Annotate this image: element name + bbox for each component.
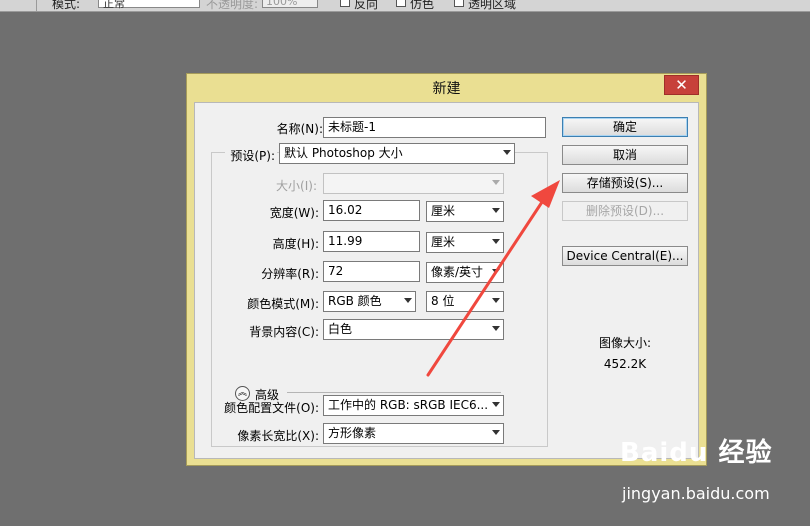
- dialog-title: 新建: [432, 81, 461, 97]
- aspect-value: 方形像素: [328, 426, 377, 440]
- width-input[interactable]: 16.02: [323, 200, 420, 221]
- dialog-body: 名称(N): 未标题-1 预设(P): 默认 Photoshop 大小 大小(I…: [194, 102, 699, 459]
- image-size-label: 图像大小:: [598, 336, 652, 350]
- resolution-unit-value: 像素/英寸: [431, 265, 484, 279]
- watermark: Baidu 经验 jingyan.baidu.com: [620, 432, 805, 522]
- close-button[interactable]: ✕: [664, 75, 699, 95]
- size-select[interactable]: [323, 173, 504, 194]
- image-size-value: 452.2K: [603, 357, 647, 371]
- new-document-dialog: 新建 ✕ 名称(N): 未标题-1 预设(P): 默认 Photoshop 大小…: [186, 73, 707, 466]
- opacity-input[interactable]: 100%: [262, 0, 318, 8]
- resolution-unit-select[interactable]: 像素/英寸: [426, 262, 504, 283]
- width-unit-value: 厘米: [431, 204, 456, 218]
- resolution-input[interactable]: 72: [323, 261, 420, 282]
- chevron-down-icon: [492, 326, 500, 331]
- transparency-label: 透明区域: [468, 0, 517, 11]
- chevron-down-icon: [503, 150, 511, 155]
- chevron-down-icon: [492, 208, 500, 213]
- profile-label: 颜色配置文件(O):: [224, 401, 319, 415]
- chevron-down-icon: [492, 402, 500, 407]
- delete-preset-button[interactable]: 删除预设(D)...: [562, 201, 688, 221]
- background-label: 背景内容(C):: [249, 325, 319, 339]
- size-label: 大小(I):: [276, 179, 317, 193]
- colormode-value: RGB 颜色: [328, 294, 382, 308]
- ok-button[interactable]: 确定: [562, 117, 688, 137]
- preset-value: 默认 Photoshop 大小: [284, 146, 403, 160]
- reverse-label: 反向: [354, 0, 379, 11]
- profile-select[interactable]: 工作中的 RGB: sRGB IEC6...: [323, 395, 504, 416]
- height-input[interactable]: 11.99: [323, 231, 420, 252]
- advanced-divider: [287, 392, 501, 393]
- height-unit-select[interactable]: 厘米: [426, 232, 504, 253]
- preset-select[interactable]: 默认 Photoshop 大小: [279, 143, 515, 164]
- background-select[interactable]: 白色: [323, 319, 504, 340]
- dither-checkbox[interactable]: [396, 0, 406, 7]
- chevron-down-icon: [492, 269, 500, 274]
- name-input[interactable]: 未标题-1: [323, 117, 546, 138]
- watermark-url: jingyan.baidu.com: [622, 484, 770, 503]
- cancel-button[interactable]: 取消: [562, 145, 688, 165]
- name-label: 名称(N):: [276, 122, 323, 136]
- opacity-value: 100%: [266, 0, 298, 8]
- watermark-logo: Baidu 经验: [620, 438, 773, 468]
- bitdepth-value: 8 位: [431, 294, 455, 308]
- opacity-label: 不透明度:: [206, 0, 259, 11]
- height-label: 高度(H):: [272, 237, 319, 251]
- aspect-label: 像素长宽比(X):: [237, 429, 319, 443]
- mode-select[interactable]: 正常: [98, 0, 200, 10]
- colormode-label: 颜色模式(M):: [247, 297, 319, 311]
- transparency-checkbox[interactable]: [454, 0, 464, 7]
- toolbar-separator: [36, 0, 37, 11]
- chevron-down-icon: [404, 298, 412, 303]
- dither-label: 仿色: [410, 0, 435, 11]
- chevron-down-icon: [492, 239, 500, 244]
- options-bar: 模式: 正常 不透明度: 100% 反向 仿色 透明区域: [0, 0, 810, 12]
- width-label: 宽度(W):: [269, 206, 319, 220]
- chevron-down-icon: [492, 180, 500, 185]
- background-value: 白色: [328, 322, 353, 336]
- save-preset-button[interactable]: 存储预设(S)...: [562, 173, 688, 193]
- colormode-select[interactable]: RGB 颜色: [323, 291, 416, 312]
- mode-value: 正常: [103, 0, 125, 10]
- height-unit-value: 厘米: [431, 235, 456, 249]
- reverse-checkbox[interactable]: [340, 0, 350, 7]
- profile-value: 工作中的 RGB: sRGB IEC6...: [328, 398, 489, 412]
- mode-label: 模式:: [52, 0, 81, 11]
- resolution-label: 分辨率(R):: [261, 267, 319, 281]
- chevron-down-icon: [492, 298, 500, 303]
- width-unit-select[interactable]: 厘米: [426, 201, 504, 222]
- device-central-button[interactable]: Device Central(E)...: [562, 246, 688, 266]
- aspect-select[interactable]: 方形像素: [323, 423, 504, 444]
- bitdepth-select[interactable]: 8 位: [426, 291, 504, 312]
- chevron-down-icon: [492, 430, 500, 435]
- preset-label: 预设(P):: [225, 147, 277, 164]
